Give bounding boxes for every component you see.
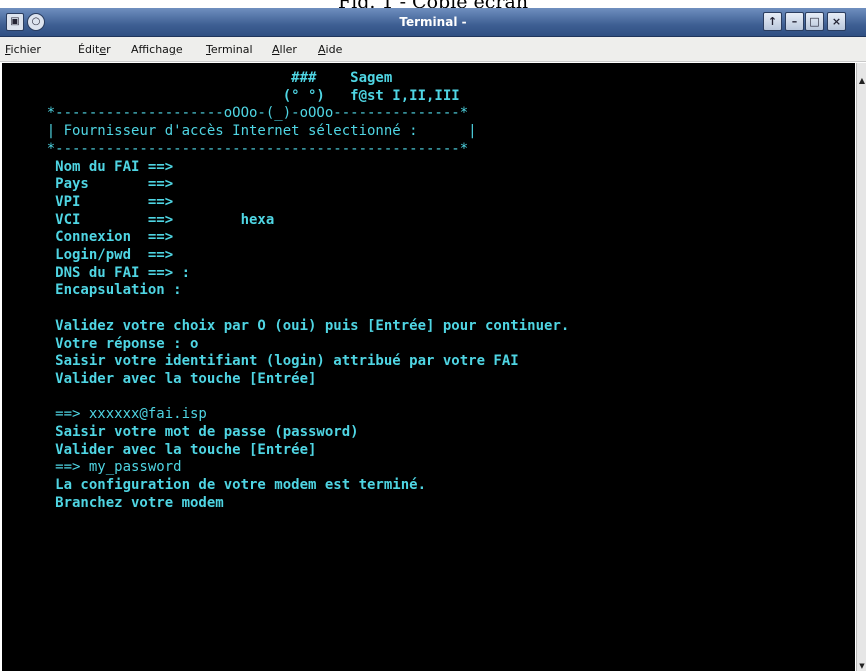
- terminal-line: Valider avec la touche [Entrée]: [13, 441, 317, 458]
- terminal-line: Connexion ==>: [13, 229, 174, 246]
- menu-editer[interactable]: Éditer: [78, 43, 111, 56]
- scroll-up-arrow-icon[interactable]: ▲: [857, 75, 866, 87]
- terminal-line: Validez votre choix par O (oui) puis [En…: [13, 317, 570, 334]
- minimize-button[interactable]: –: [785, 12, 804, 31]
- menu-bar: Fichier Éditer Affichage Terminal Aller …: [0, 37, 866, 62]
- terminal-line: | Fournisseur d'accès Internet sélection…: [13, 123, 477, 140]
- vertical-scrollbar[interactable]: ▲ ▼: [856, 63, 866, 671]
- terminal-line: (° °) f@st I,II,III: [13, 87, 460, 104]
- terminal-line: Saisir votre mot de passe (password): [13, 424, 359, 440]
- terminal-line: Valider avec la touche [Entrée]: [13, 370, 317, 387]
- terminal-line: *---------------------------------------…: [13, 140, 469, 157]
- menu-terminal[interactable]: Terminal: [206, 43, 253, 56]
- terminal-output[interactable]: ### Sagem (° °) f@st I,II,III *---------…: [2, 63, 855, 671]
- terminal-line: *--------------------oOOo-(_)-oOOo------…: [13, 105, 469, 122]
- menu-aller[interactable]: Aller: [272, 43, 297, 56]
- window-title: Terminal -: [399, 15, 467, 29]
- menu-fichier[interactable]: Fichier: [5, 43, 41, 56]
- scroll-down-arrow-icon[interactable]: ▼: [857, 661, 866, 671]
- terminal-line: Pays ==>: [13, 176, 174, 193]
- terminal-line: ==> my_password: [13, 459, 182, 476]
- terminal-line: Saisir votre identifiant (login) attribu…: [13, 353, 519, 370]
- terminal-line: Votre réponse : o: [13, 335, 199, 352]
- maximize-button[interactable]: □: [805, 12, 824, 31]
- terminal-line: La configuration de votre modem est term…: [13, 477, 427, 494]
- shade-button[interactable]: ↑: [763, 12, 782, 31]
- terminal-line: ==> xxxxxx@fai.isp: [13, 406, 207, 423]
- menu-aide[interactable]: Aide: [318, 43, 342, 56]
- terminal-line: Login/pwd ==>: [13, 247, 174, 263]
- terminal-line: Nom du FAI ==>: [13, 158, 174, 175]
- close-button[interactable]: ×: [827, 12, 846, 31]
- terminal-line: Branchez votre modem: [13, 494, 224, 511]
- terminal-line: DNS du FAI ==> :: [13, 264, 191, 281]
- terminal-line: ### Sagem: [13, 70, 393, 86]
- title-bar[interactable]: ▣ ○ Terminal - ↑ – □ ×: [0, 8, 866, 37]
- terminal-line: VCI ==> hexa: [13, 211, 275, 228]
- menu-affichage[interactable]: Affichage: [131, 43, 183, 56]
- terminal-line: VPI ==>: [13, 193, 174, 210]
- terminal-line: Encapsulation :: [13, 282, 182, 299]
- terminal-window: ▣ ○ Terminal - ↑ – □ × Fichier Éditer Af…: [0, 8, 866, 671]
